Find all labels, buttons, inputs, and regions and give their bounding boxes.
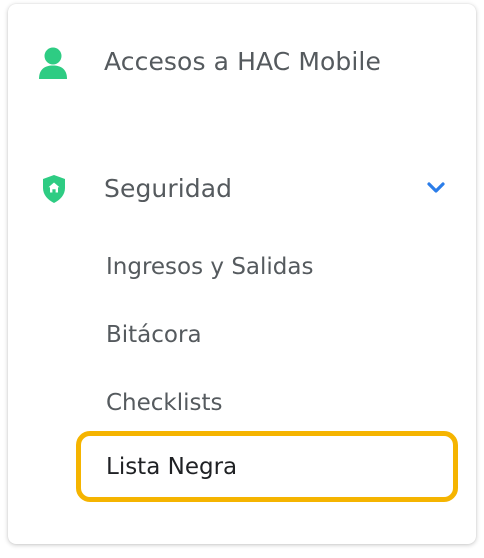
menu-item-security-label: Seguridad — [104, 174, 233, 203]
submenu-item-bitacora[interactable]: Bitácora — [106, 322, 202, 348]
user-icon — [38, 46, 68, 80]
submenu-item-lista-negra-label: Lista Negra — [106, 454, 238, 480]
submenu-item-ingresos-salidas[interactable]: Ingresos y Salidas — [106, 254, 313, 280]
menu-item-security[interactable]: Seguridad — [8, 159, 476, 219]
submenu-item-checklists[interactable]: Checklists — [106, 390, 223, 416]
sidebar-panel: Accesos a HAC Mobile Seguridad Ingresos … — [8, 4, 476, 544]
menu-item-hac-mobile-label: Accesos a HAC Mobile — [104, 47, 381, 76]
shield-home-icon — [39, 174, 69, 204]
submenu-item-lista-negra[interactable]: Lista Negra — [76, 431, 458, 502]
chevron-down-icon[interactable] — [426, 180, 446, 199]
menu-item-hac-mobile[interactable]: Accesos a HAC Mobile — [8, 34, 476, 94]
